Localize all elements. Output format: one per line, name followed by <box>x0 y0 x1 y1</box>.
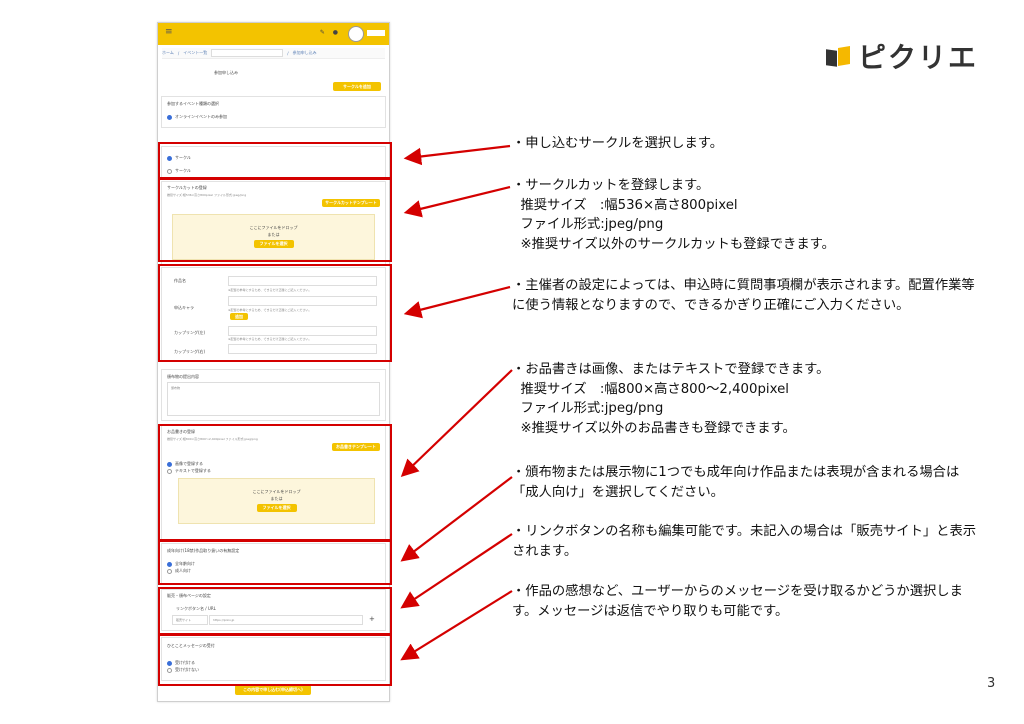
note-3-text: ・主催者の設定によっては、申込時に質問事項欄が表示されます。配置作業等に使う情報… <box>512 278 975 313</box>
note-5: ・頒布物または展示物に1つでも成年向け作品または表現が含まれる場合は「成人向け」… <box>512 463 982 502</box>
note-2-line-4: ※推奨サイズ以外のサークルカットも登録できます。 <box>512 236 835 252</box>
note-6-text: ・リンクボタンの名称も編集可能です。未記入の場合は「販売サイト」と表示されます。 <box>512 524 977 559</box>
note-2-line-3: ファイル形式:jpeg/png <box>512 217 664 232</box>
arrow-6 <box>400 533 513 609</box>
arrow-7 <box>400 590 513 661</box>
note-4: ・お品書きは画像、またはテキストで登録できます。 推奨サイズ :幅800×高さ8… <box>512 360 982 438</box>
note-1: ・申し込むサークルを選択します。 <box>512 134 982 154</box>
note-4-line-1: ・お品書きは画像、またはテキストで登録できます。 <box>512 362 830 377</box>
page-number: 3 <box>987 676 996 691</box>
arrow-4 <box>400 369 513 478</box>
note-2-line-1: ・サークルカットを登録します。 <box>512 178 710 193</box>
note-1-line-1: ・申し込むサークルを選択します。 <box>512 136 724 151</box>
note-4-line-2: 推奨サイズ :幅800×高さ800～2,400pixel <box>512 381 789 397</box>
note-6: ・リンクボタンの名称も編集可能です。未記入の場合は「販売サイト」と表示されます。 <box>512 522 982 561</box>
arrow-2 <box>403 185 511 218</box>
arrow-5 <box>400 476 513 562</box>
note-7: ・作品の感想など、ユーザーからのメッセージを受け取るかどうか選択します。メッセー… <box>512 582 982 621</box>
arrow-3 <box>403 285 511 319</box>
note-2: ・サークルカットを登録します。 推奨サイズ :幅536×高さ800pixel フ… <box>512 176 982 254</box>
note-5-text: ・頒布物または展示物に1つでも成年向け作品または表現が含まれる場合は「成人向け」… <box>512 465 960 500</box>
note-3: ・主催者の設定によっては、申込時に質問事項欄が表示されます。配置作業等に使う情報… <box>512 276 982 315</box>
note-2-line-2: 推奨サイズ :幅536×高さ800pixel <box>512 197 738 213</box>
note-4-line-4: ※推奨サイズ以外のお品書きも登録できます。 <box>512 420 796 436</box>
note-4-line-3: ファイル形式:jpeg/png <box>512 401 664 416</box>
arrow-1 <box>403 144 511 166</box>
note-7-text: ・作品の感想など、ユーザーからのメッセージを受け取るかどうか選択します。メッセー… <box>512 584 963 619</box>
